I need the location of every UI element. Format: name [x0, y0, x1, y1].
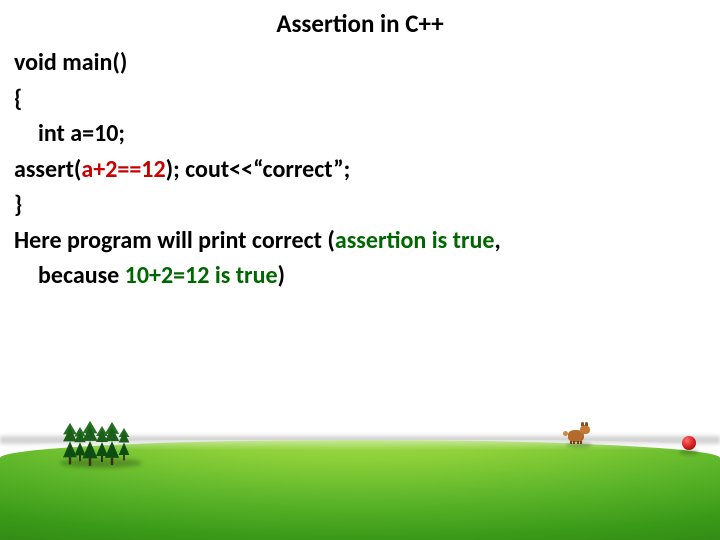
tree-cluster-icon	[64, 416, 134, 462]
explain-line-1: Here program will print correct (asserti…	[14, 223, 706, 259]
code-line-1: void main()	[14, 45, 706, 81]
red-ball-icon	[682, 436, 696, 450]
slide-title: Assertion in C++	[0, 0, 720, 45]
code-line-4-assert: assert(	[14, 155, 81, 184]
explain-1b: assertion is true	[335, 226, 495, 255]
code-line-2: {	[14, 81, 706, 117]
explain-1c: ,	[494, 226, 500, 255]
slide-content: void main() { int a=10; assert(a+2==12);…	[0, 45, 720, 294]
code-line-4-expr: a+2==12	[81, 155, 165, 184]
explain-2a: because	[38, 261, 125, 290]
code-line-4: assert(a+2==12); cout<<“correct”;	[14, 152, 706, 188]
explain-2b: 10+2=12 is true	[125, 261, 278, 290]
code-line-5: }	[14, 187, 706, 223]
explain-line-2: because 10+2=12 is true)	[14, 258, 706, 294]
slide: Assertion in C++ void main() { int a=10;…	[0, 0, 720, 540]
code-line-3: int a=10;	[14, 116, 706, 152]
animal-icon	[566, 420, 592, 444]
explain-2c: )	[278, 261, 285, 290]
explain-1a: Here program will print correct (	[14, 226, 335, 255]
code-line-4-tail: ); cout<<“correct”;	[166, 155, 351, 184]
